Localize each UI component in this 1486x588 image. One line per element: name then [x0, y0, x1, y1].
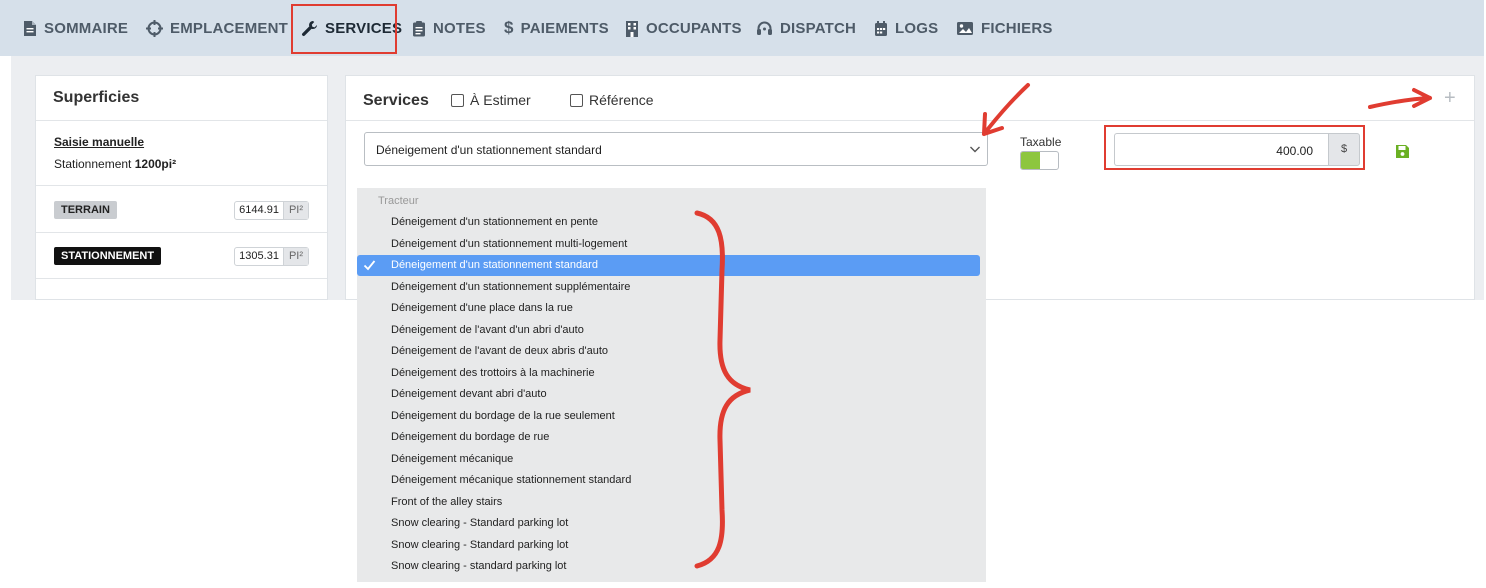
checkbox-box[interactable]	[451, 93, 464, 107]
tab-bar: SOMMAIRE EMPLACEMENT SERVICES NOTES $ PA…	[0, 0, 1484, 56]
option-label: Déneigement d'un stationnement multi-log…	[391, 238, 628, 250]
option-label: Déneigement devant abri d'auto	[391, 388, 547, 400]
price-annotation-box	[1104, 125, 1365, 170]
dropdown-option[interactable]: Déneigement du bordage de la rue seuleme…	[357, 406, 986, 427]
dropdown-option[interactable]: Déneigement de l'avant de deux abris d'a…	[357, 341, 986, 362]
area-value: 6144.91 PI²	[234, 201, 309, 220]
superficies-card: Superficies Saisie manuelle Stationnemen…	[35, 75, 328, 300]
tab-label: EMPLACEMENT	[170, 19, 289, 37]
area-unit: PI²	[282, 248, 308, 265]
tab-dispatch[interactable]: DISPATCH	[756, 0, 856, 56]
chevron-down-icon	[970, 146, 980, 153]
dropdown-option[interactable]: Déneigement du bordage de rue	[357, 427, 986, 448]
area-row-terrain: TERRAIN 6144.91 PI²	[36, 187, 327, 233]
tab-label: FICHIERS	[981, 19, 1053, 37]
option-label: Déneigement de l'avant de deux abris d'a…	[391, 345, 609, 357]
area-value: 1305.31 PI²	[234, 247, 309, 266]
manual-entry-link[interactable]: Saisie manuelle	[54, 135, 144, 149]
dropdown-option[interactable]: Déneigement d'un stationnement supplémen…	[357, 277, 986, 298]
taxable-label: Taxable	[1020, 135, 1062, 149]
manual-entry-label: Stationnement	[54, 157, 132, 171]
tab-label: DISPATCH	[780, 19, 857, 37]
dropdown-option[interactable]: Front of the alley stairs	[357, 492, 986, 513]
option-label: Front of the alley stairs	[391, 496, 503, 508]
crosshair-icon	[146, 19, 163, 37]
document-icon	[24, 20, 36, 36]
option-label: Déneigement du bordage de rue	[391, 431, 550, 443]
clipboard-icon	[413, 20, 425, 36]
area-unit: PI²	[282, 202, 308, 219]
dropdown-option[interactable]: Déneigement des trottoirs à la machineri…	[357, 363, 986, 384]
tab-label: NOTES	[433, 19, 486, 37]
dropdown-option[interactable]: Déneigement d'un stationnement multi-log…	[357, 234, 986, 255]
option-label: Déneigement d'un stationnement standard	[391, 259, 598, 271]
tab-logs[interactable]: LOGS	[874, 0, 938, 56]
manual-entry-value: 1200pi²	[134, 157, 177, 171]
add-service-button[interactable]: +	[1444, 88, 1456, 108]
dropdown-option-selected[interactable]: Déneigement d'un stationnement standard	[357, 255, 980, 276]
services-tab-annotation-box	[291, 4, 397, 54]
service-select[interactable]: Déneigement d'un stationnement standard	[364, 132, 988, 166]
option-label: Snow clearing - Standard parking lot	[391, 539, 569, 551]
option-label: Déneigement d'un stationnement supplémen…	[391, 281, 631, 293]
tab-sommaire[interactable]: SOMMAIRE	[23, 0, 128, 56]
tab-notes[interactable]: NOTES	[412, 0, 486, 56]
manual-entry-section: Saisie manuelle Stationnement 1200pi²	[36, 122, 327, 186]
option-label: Déneigement d'une place dans la rue	[391, 302, 573, 314]
option-label: Snow clearing - Standard parking lot	[391, 517, 569, 529]
app-root: SOMMAIRE EMPLACEMENT SERVICES NOTES $ PA…	[0, 0, 1486, 588]
option-label: Déneigement mécanique	[391, 453, 514, 465]
dropdown-option[interactable]: Déneigement mécanique stationnement stan…	[357, 470, 986, 491]
checkbox-label: Référence	[589, 92, 654, 108]
option-label: Déneigement mécanique stationnement stan…	[391, 474, 632, 486]
headset-icon	[757, 21, 772, 35]
dropdown-option[interactable]: Déneigement devant abri d'auto	[357, 384, 986, 405]
tab-occupants[interactable]: OCCUPANTS	[625, 0, 742, 56]
manual-entry-summary: Stationnement 1200pi²	[54, 157, 176, 171]
dropdown-option[interactable]: Snow clearing - Standard parking lot	[357, 513, 986, 534]
superficies-title: Superficies	[36, 76, 327, 121]
dropdown-option[interactable]: Déneigement d'une place dans la rue	[357, 298, 986, 319]
taxable-toggle[interactable]	[1020, 151, 1059, 170]
toggle-on-fill	[1021, 152, 1040, 169]
dropdown-option[interactable]: Snow clearing - standard parking lot	[357, 556, 986, 577]
calendar-icon	[875, 20, 887, 36]
area-number: 6144.91	[239, 204, 279, 216]
option-label: Déneigement de l'avant d'un abri d'auto	[391, 324, 584, 336]
services-title: Services	[363, 92, 429, 109]
area-badge: STATIONNEMENT	[54, 247, 162, 265]
checkbox-a-estimer[interactable]: À Estimer	[451, 92, 531, 108]
option-label: Déneigement des trottoirs à la machineri…	[391, 367, 595, 379]
dropdown-option[interactable]: Snow clearing - Standard parking lot	[357, 535, 986, 556]
checkbox-reference[interactable]: Référence	[570, 92, 654, 108]
tab-label: OCCUPANTS	[646, 19, 742, 37]
image-icon	[957, 21, 973, 35]
tab-fichiers[interactable]: FICHIERS	[956, 0, 1053, 56]
dropdown-option[interactable]: Déneigement mécanique	[357, 449, 986, 470]
dropdown-option[interactable]: Déneigement de l'avant d'un abri d'auto	[357, 320, 986, 341]
tab-emplacement[interactable]: EMPLACEMENT	[146, 0, 288, 56]
dollar-icon: $	[504, 18, 514, 37]
option-label: Snow clearing - standard parking lot	[391, 560, 567, 572]
building-icon	[626, 20, 638, 37]
checkmark-icon	[363, 260, 376, 271]
area-row-stationnement: STATIONNEMENT 1305.31 PI²	[36, 233, 327, 279]
dropdown-option[interactable]: Déneigement d'un stationnement en pente	[357, 212, 986, 233]
tab-label: PAIEMENTS	[520, 19, 609, 37]
services-header: Services À Estimer Référence	[346, 76, 1474, 121]
tab-label: LOGS	[895, 19, 939, 37]
service-select-value: Déneigement d'un stationnement standard	[376, 143, 602, 157]
dropdown-group-label: Tracteur	[378, 195, 419, 207]
option-label: Déneigement du bordage de la rue seuleme…	[391, 410, 615, 422]
save-icon[interactable]	[1395, 144, 1410, 159]
tab-paiements[interactable]: $ PAIEMENTS	[504, 0, 609, 56]
area-number: 1305.31	[239, 250, 279, 262]
tab-label: SOMMAIRE	[44, 19, 129, 37]
checkbox-label: À Estimer	[470, 92, 531, 108]
area-badge: TERRAIN	[54, 201, 117, 219]
service-dropdown-list: Tracteur Déneigement d'un stationnement …	[357, 188, 986, 582]
checkbox-box[interactable]	[570, 93, 583, 107]
option-label: Déneigement d'un stationnement en pente	[391, 216, 598, 228]
